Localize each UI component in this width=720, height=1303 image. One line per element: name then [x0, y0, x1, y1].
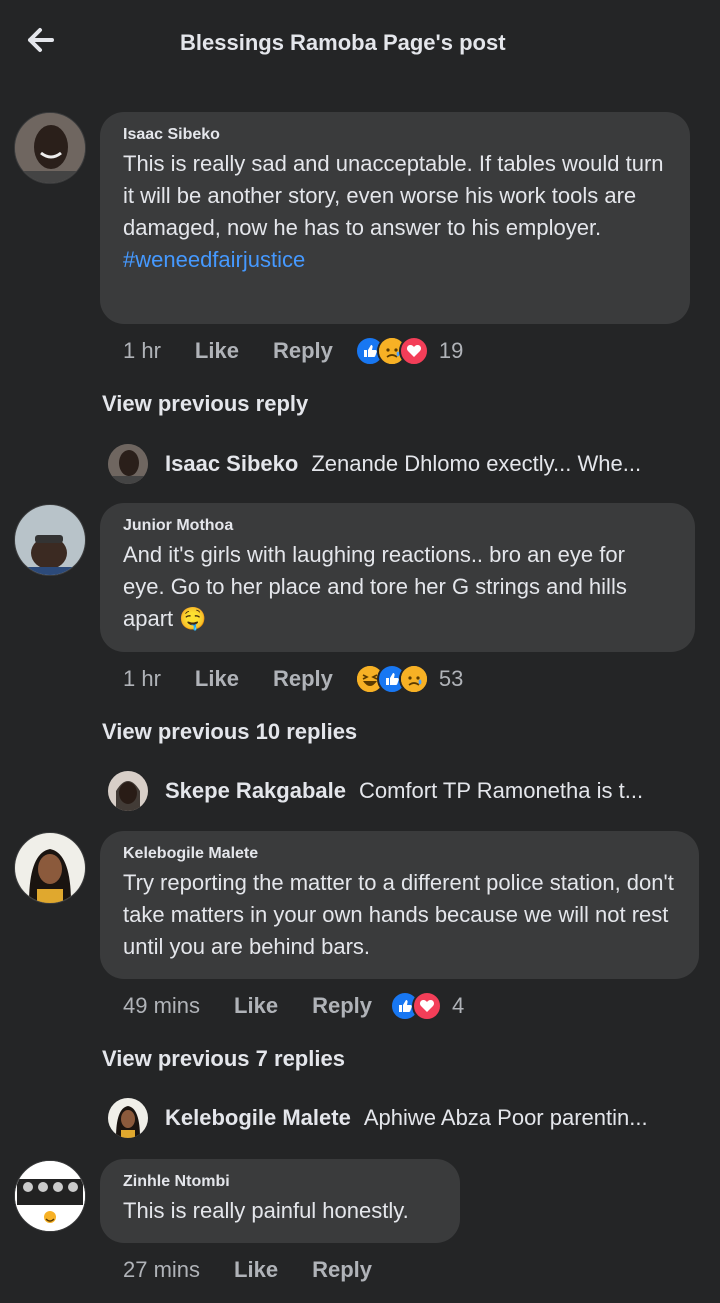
- top-bar: Blessings Ramoba Page's post: [0, 0, 720, 86]
- avatar[interactable]: [14, 1160, 86, 1232]
- comment-actions: 1 hr Like Reply 53: [123, 662, 463, 696]
- comment-actions: 49 mins Like Reply 4: [123, 989, 464, 1023]
- comment-time[interactable]: 49 mins: [123, 993, 200, 1019]
- comment-body: Try reporting the matter to a different …: [123, 870, 674, 959]
- reply-text: Zenande Dhlomo exectly... Whe...: [311, 451, 642, 476]
- reactions-summary[interactable]: 4: [390, 991, 464, 1021]
- reactions-summary[interactable]: 53: [354, 664, 464, 694]
- avatar: [108, 1098, 148, 1138]
- reply-author: Isaac Sibeko: [165, 451, 299, 476]
- comment-bubble: Junior Mothoa And it's girls with laughi…: [100, 503, 695, 652]
- smirk-emoji-icon: 🤤: [179, 606, 207, 631]
- reply-button[interactable]: Reply: [312, 993, 372, 1019]
- reply-preview[interactable]: Skepe Rakgabale Comfort TP Ramonetha is …: [108, 771, 708, 811]
- reaction-count: 19: [438, 338, 464, 363]
- view-previous-replies[interactable]: View previous 7 replies: [102, 1046, 345, 1072]
- reply-text: Aphiwe Abza Poor parentin...: [363, 1105, 648, 1130]
- reply-button[interactable]: Reply: [312, 1257, 372, 1283]
- reply-button[interactable]: Reply: [273, 666, 333, 692]
- comment-actions: 27 mins Like Reply: [123, 1253, 406, 1287]
- avatar: [108, 444, 148, 484]
- reply-preview[interactable]: Isaac Sibeko Zenande Dhlomo exectly... W…: [108, 444, 708, 484]
- reply-button[interactable]: Reply: [273, 338, 333, 364]
- reply-text: Comfort TP Ramonetha is t...: [358, 778, 644, 803]
- view-previous-replies[interactable]: View previous 10 replies: [102, 719, 357, 745]
- comment-body: This is really sad and unacceptable. If …: [123, 151, 664, 240]
- reply-preview[interactable]: Kelebogile Malete Aphiwe Abza Poor paren…: [108, 1098, 708, 1138]
- comment-bubble: Kelebogile Malete Try reporting the matt…: [100, 831, 699, 979]
- like-button[interactable]: Like: [195, 666, 239, 692]
- avatar[interactable]: [14, 832, 86, 904]
- comment-time[interactable]: 1 hr: [123, 338, 161, 364]
- avatar: [108, 771, 148, 811]
- sad-reaction-icon: [398, 664, 429, 694]
- love-reaction-icon: [398, 336, 429, 366]
- reaction-count: 53: [438, 666, 464, 691]
- comment-text: This is really sad and unacceptable. If …: [123, 148, 666, 276]
- hashtag-link[interactable]: #weneedfairjustice: [123, 244, 666, 276]
- comment-author[interactable]: Zinhle Ntombi: [123, 1173, 436, 1191]
- like-button[interactable]: Like: [234, 993, 278, 1019]
- like-button[interactable]: Like: [195, 338, 239, 364]
- arrow-left-icon[interactable]: [26, 26, 56, 54]
- avatar[interactable]: [14, 112, 86, 184]
- avatar[interactable]: [14, 504, 86, 576]
- comment-author[interactable]: Isaac Sibeko: [123, 126, 666, 144]
- reactions-summary[interactable]: 19: [354, 336, 464, 366]
- comment-body: This is really painful honestly.: [123, 1198, 409, 1223]
- comment-author[interactable]: Kelebogile Malete: [123, 845, 675, 863]
- comment-actions: 1 hr Like Reply 19: [123, 334, 463, 368]
- love-reaction-icon: [412, 991, 442, 1021]
- comment-bubble: Isaac Sibeko This is really sad and unac…: [100, 112, 690, 324]
- page-title: Blessings Ramoba Page's post: [180, 30, 506, 55]
- reply-author: Skepe Rakgabale: [165, 778, 346, 803]
- comment-author[interactable]: Junior Mothoa: [123, 517, 671, 535]
- comment-time[interactable]: 1 hr: [123, 666, 161, 692]
- comment-bubble: Zinhle Ntombi This is really painful hon…: [100, 1159, 460, 1243]
- comment-text: And it's girls with laughing reactions..…: [123, 539, 671, 635]
- view-previous-replies[interactable]: View previous reply: [102, 391, 308, 417]
- reaction-count: 4: [452, 993, 465, 1018]
- like-button[interactable]: Like: [234, 1257, 278, 1283]
- reply-author: Kelebogile Malete: [165, 1105, 351, 1130]
- comment-time[interactable]: 27 mins: [123, 1257, 200, 1283]
